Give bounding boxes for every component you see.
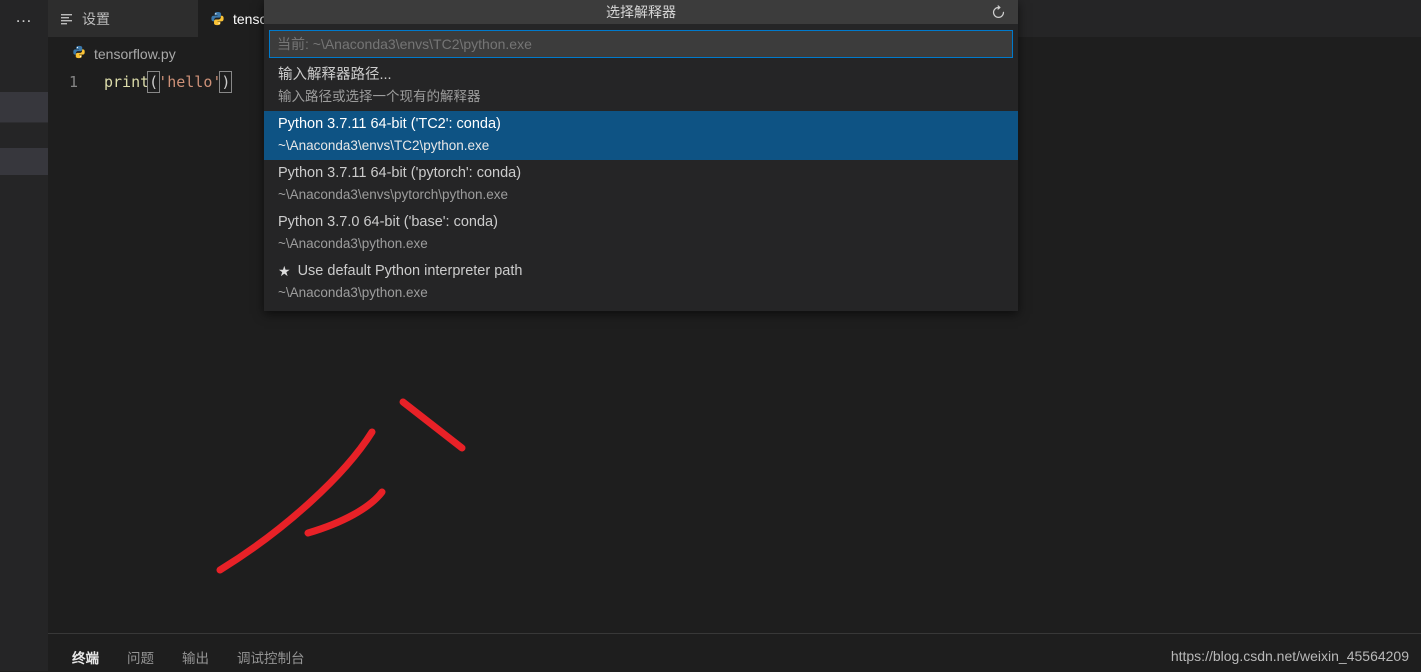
code-token-close-paren: ): [219, 71, 233, 93]
sidebar-overflow-icon[interactable]: …: [8, 8, 40, 30]
code-token-function: print: [104, 73, 150, 91]
python-icon: [72, 45, 86, 62]
list-item-title: Python 3.7.11 64-bit ('TC2': conda): [278, 116, 501, 132]
panel-tab-terminal[interactable]: 终端: [72, 647, 99, 667]
vscode-window: … 设置 tensorflow.py 1 print ('hello') 选…: [0, 0, 1421, 672]
panel-tab-list: 终端 问题 输出 调试控制台: [72, 647, 305, 667]
list-item-title: Python 3.7.11 64-bit ('pytorch': conda): [278, 165, 522, 181]
activity-sidebar: …: [0, 0, 48, 671]
watermark-url: https://blog.csdn.net/weixin_45564209: [1170, 648, 1409, 664]
panel-tab-debug-console[interactable]: 调试控制台: [237, 647, 305, 667]
panel-tab-output[interactable]: 输出: [182, 647, 209, 667]
settings-list-icon: [60, 12, 74, 26]
code-line-1[interactable]: 1 print('hello'): [48, 71, 233, 93]
list-item-title: Python 3.7.0 64-bit ('base': conda): [278, 214, 498, 230]
code-token-string: 'hello': [158, 73, 222, 91]
list-item-title: Use default Python interpreter path: [297, 263, 523, 279]
breadcrumb-file-label: tensorflow.py: [94, 45, 176, 62]
panel-tab-problems[interactable]: 问题: [127, 647, 154, 667]
star-icon: ★: [278, 263, 291, 279]
dialog-input-row: [264, 24, 1018, 62]
dialog-title: 选择解释器: [606, 4, 676, 20]
list-item[interactable]: Python 3.7.0 64-bit ('base': conda) ~\An…: [264, 209, 1018, 258]
sidebar-item-highlight-1[interactable]: [0, 92, 48, 122]
list-item-description: ~\Anaconda3\envs\TC2\python.exe: [278, 138, 490, 153]
code-token-open-paren: (: [147, 71, 161, 93]
list-item-description: ~\Anaconda3\envs\pytorch\python.exe: [278, 187, 509, 202]
list-item-description: 输入路径或选择一个现有的解释器: [278, 89, 481, 104]
refresh-icon[interactable]: [988, 2, 1008, 22]
python-icon: [210, 11, 225, 26]
list-item-title: 输入解释器路径...: [278, 67, 392, 83]
list-item[interactable]: 输入解释器路径... 输入路径或选择一个现有的解释器: [264, 62, 1018, 111]
breadcrumb[interactable]: tensorflow.py: [72, 45, 176, 62]
list-item[interactable]: ★ Use default Python interpreter path ~\…: [264, 258, 1018, 307]
select-interpreter-dialog: 选择解释器 输入解释器路径... 输入路径或选择一个现有的解释器 Python …: [264, 0, 1018, 311]
list-item-description: ~\Anaconda3\python.exe: [278, 285, 428, 300]
list-item-description: ~\Anaconda3\python.exe: [278, 236, 428, 251]
bottom-panel: 终端 问题 输出 调试控制台 https://blog.csdn.net/wei…: [48, 633, 1421, 672]
tab-settings[interactable]: 设置: [48, 0, 198, 37]
sidebar-item-highlight-2[interactable]: [0, 148, 48, 175]
line-number: 1: [68, 73, 78, 91]
tab-settings-label: 设置: [82, 10, 110, 27]
sidebar-divider: [0, 122, 48, 123]
list-item[interactable]: Python 3.7.11 64-bit ('TC2': conda) ~\An…: [264, 111, 1018, 160]
list-item[interactable]: Python 3.7.11 64-bit ('pytorch': conda) …: [264, 160, 1018, 209]
dialog-header: 选择解释器: [264, 0, 1018, 24]
list-item-title-row: ★ Use default Python interpreter path: [278, 261, 1004, 282]
interpreter-list: 输入解释器路径... 输入路径或选择一个现有的解释器 Python 3.7.11…: [264, 62, 1018, 311]
interpreter-path-input[interactable]: [269, 30, 1013, 58]
